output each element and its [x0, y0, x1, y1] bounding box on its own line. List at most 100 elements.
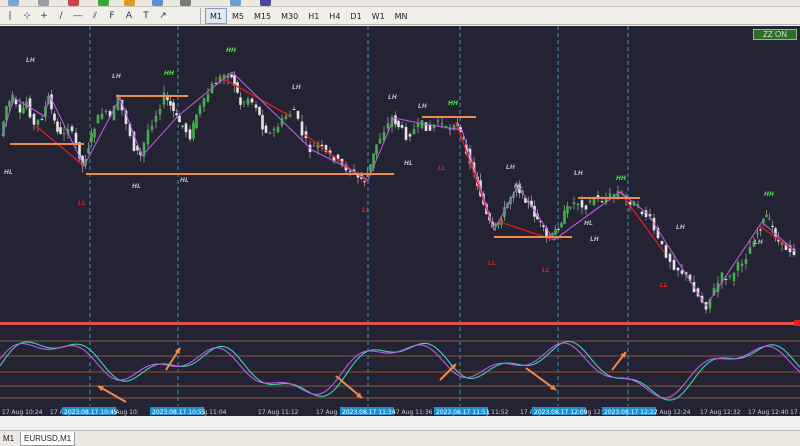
new-order-icon[interactable]: [124, 0, 135, 6]
candle-body: [320, 144, 324, 147]
candle-body: [740, 263, 744, 266]
candle-body: [300, 121, 304, 136]
candle-body: [70, 126, 74, 132]
swing-label-ll: LL: [660, 282, 668, 289]
swing-label-lh: LH: [26, 57, 35, 64]
drawing-toolbar: | ⊹ + / ― ⫽ F A T ↗ M1 M5 M15 M30 H1 H4 D1 W1 MN: [0, 7, 800, 25]
add-icon[interactable]: [98, 0, 109, 6]
tool-icon-2[interactable]: [38, 0, 49, 6]
timeframe-w1-button[interactable]: W1: [367, 8, 390, 24]
timeframe-m1-button[interactable]: M1: [205, 8, 227, 24]
candle-body: [397, 120, 400, 128]
swing-label-hh: HH: [448, 100, 458, 107]
swing-label-hl: HL: [4, 169, 13, 176]
candle-body: [100, 113, 104, 119]
time-axis-label: 17 Aug 11:12: [258, 409, 299, 416]
candle-body: [62, 133, 66, 135]
timeframe-mn-button[interactable]: MN: [390, 8, 413, 24]
candle-body: [724, 278, 728, 280]
candle-body: [584, 205, 588, 210]
arrow-icon[interactable]: ↗: [156, 9, 170, 23]
price-chart[interactable]: LH LH HH HH LH LH LH HH HL HL HL LL LL HL LL LH LH LH HH HL…: [0, 26, 800, 416]
candle-body: [242, 101, 246, 103]
tool-icon-1[interactable]: [8, 0, 19, 6]
oscillator-signal-line: [0, 342, 800, 399]
candle-body: [93, 128, 96, 138]
candle-body: [268, 132, 272, 134]
candle-body: [756, 232, 759, 235]
timeframe-h4-button[interactable]: H4: [324, 8, 345, 24]
candle-body: [412, 129, 416, 135]
fibonacci-icon[interactable]: F: [105, 9, 119, 23]
candle-body: [771, 225, 774, 227]
candle-body: [90, 133, 93, 143]
time-axis-label: 17 Aug 12:40: [748, 409, 789, 416]
candle-body: [202, 98, 206, 107]
timeframe-m15-button[interactable]: M15: [249, 8, 276, 24]
candle-body: [87, 148, 90, 154]
tool-icon-9[interactable]: [260, 0, 271, 6]
candle-body: [408, 133, 412, 137]
timeframe-h1-button[interactable]: H1: [303, 8, 324, 24]
timeframe-m30-button[interactable]: M30: [276, 8, 303, 24]
crosshair-icon[interactable]: +: [37, 9, 51, 23]
zigzag-toggle-button[interactable]: ZZ ON: [753, 29, 797, 40]
profile-icon[interactable]: [180, 0, 191, 6]
chart-canvas: LH LH HH HH LH LH LH HH HL HL HL LL LL HL LL LH LH LH HH HL…: [0, 26, 800, 416]
candle-body: [292, 109, 296, 111]
tab-eurusd-m1[interactable]: EURUSD,M1: [20, 432, 76, 446]
candle-body: [230, 74, 233, 78]
candle-body: [563, 210, 566, 224]
swing-label-lh: LH: [574, 170, 583, 177]
candle-body: [640, 211, 644, 215]
candle-body: [162, 92, 166, 105]
tool-icon-3[interactable]: [68, 0, 79, 6]
swing-label-hl: HL: [132, 183, 141, 190]
text-icon[interactable]: A: [122, 9, 136, 23]
candle-body: [206, 94, 210, 102]
swing-label-lh: LH: [418, 103, 427, 110]
candle-body: [59, 127, 62, 134]
timeframe-d1-button[interactable]: D1: [345, 8, 366, 24]
channel-icon[interactable]: ⫽: [88, 9, 102, 23]
swing-label-lh: LH: [754, 239, 763, 246]
tool-icon-8[interactable]: [230, 0, 241, 6]
candle-body: [150, 125, 154, 130]
candle-body: [53, 113, 56, 121]
time-axis-label: 17 Aug 11:36: [392, 409, 433, 416]
text-label-icon[interactable]: T: [139, 9, 153, 23]
swing-label-lh: LH: [676, 224, 685, 231]
swing-label-ll: LL: [362, 207, 370, 214]
tool-icon-6[interactable]: [152, 0, 163, 6]
trend-line: [759, 225, 797, 253]
line-tool-button[interactable]: |: [3, 9, 17, 23]
candle-body: [759, 229, 762, 231]
swing-label-hl: HL: [404, 160, 413, 167]
candle-body: [404, 127, 408, 140]
highlighted-time-label: 2023.08.17 10:55: [152, 409, 206, 416]
candle-body: [96, 114, 100, 124]
trendline-icon[interactable]: /: [54, 9, 68, 23]
time-axis-label: 17 Aug 10:24: [2, 409, 43, 416]
candle-body: [239, 97, 242, 105]
candle-body: [744, 259, 748, 264]
candle-body: [56, 121, 59, 132]
cursor-icon[interactable]: ⊹: [20, 9, 34, 23]
candle-body: [175, 113, 178, 116]
highlighted-time-label: 2023.08.17 10:45: [64, 409, 118, 416]
candle-body: [104, 110, 108, 112]
timeframe-m5-button[interactable]: M5: [227, 8, 249, 24]
candle-body: [664, 245, 668, 258]
candle-body: [40, 118, 44, 120]
candle-body: [264, 125, 268, 133]
candle-body: [178, 115, 181, 123]
swing-label-ll: LL: [78, 200, 86, 207]
swing-label-hl: HL: [514, 183, 523, 190]
candle-body: [680, 270, 684, 274]
tab-m1[interactable]: M1: [0, 432, 17, 446]
horizontal-line-icon[interactable]: ―: [71, 9, 85, 23]
swing-label-hl: HL: [180, 177, 189, 184]
candle-body: [18, 104, 22, 113]
candle-body: [728, 275, 732, 277]
candle-body: [363, 181, 366, 183]
